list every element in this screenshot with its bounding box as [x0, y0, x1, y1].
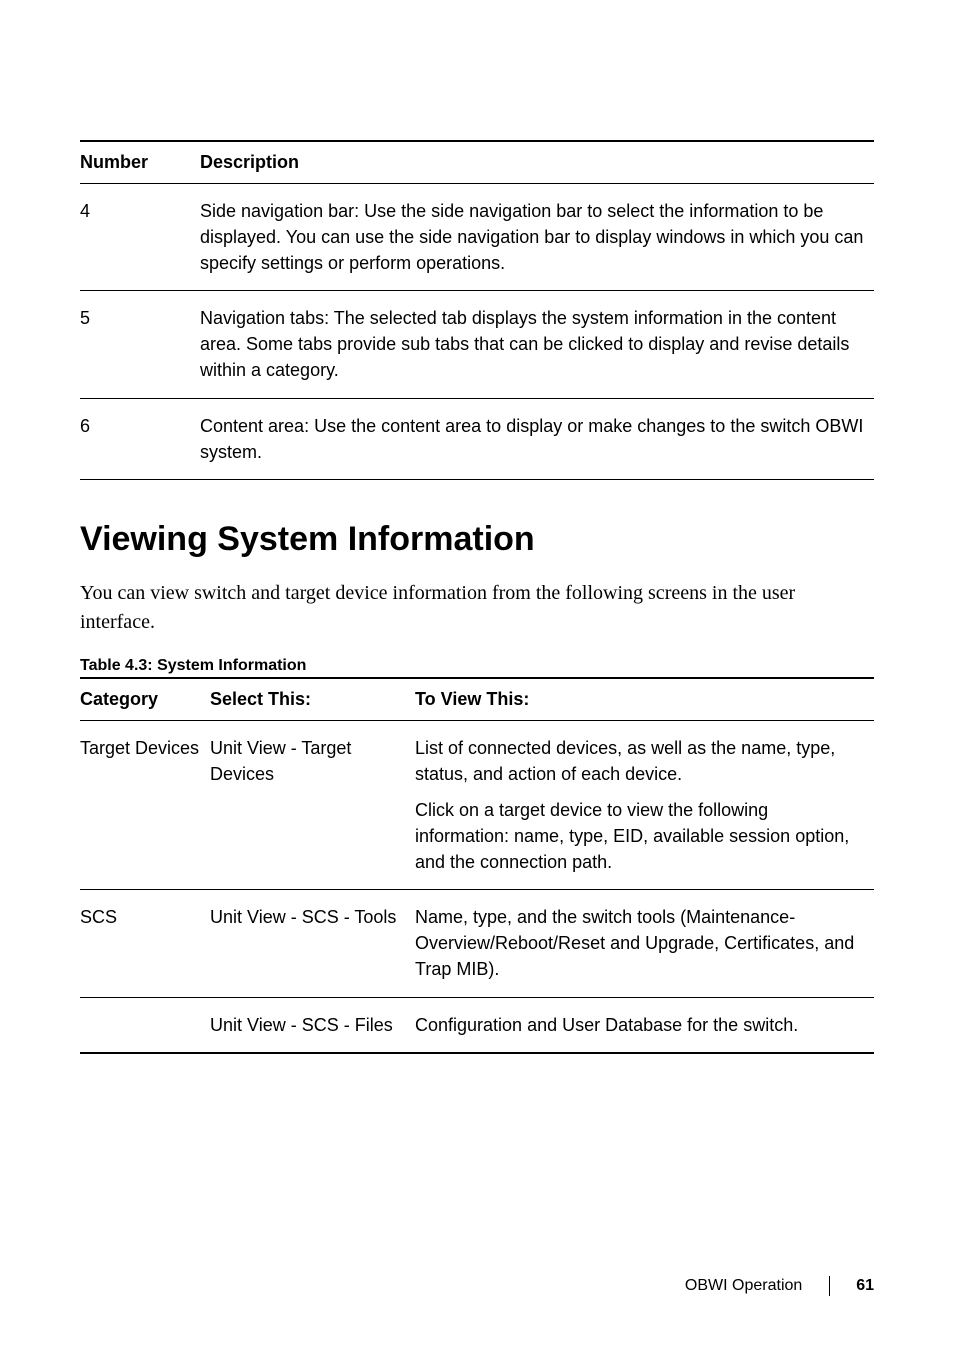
cell-view: Configuration and User Database for the … — [415, 997, 874, 1053]
col-header-select: Select This: — [210, 678, 415, 721]
table-row: SCS Unit View - SCS - Tools Name, type, … — [80, 890, 874, 997]
table-row: Unit View - SCS - Files Configuration an… — [80, 997, 874, 1053]
table-system-information: Category Select This: To View This: Targ… — [80, 677, 874, 1054]
cell-view-para: List of connected devices, as well as th… — [415, 735, 864, 787]
cell-number: 6 — [80, 398, 200, 479]
cell-description: Content area: Use the content area to di… — [200, 398, 874, 479]
table-row: Target Devices Unit View - Target Device… — [80, 720, 874, 889]
cell-view-para: Configuration and User Database for the … — [415, 1012, 864, 1038]
cell-description: Navigation tabs: The selected tab displa… — [200, 291, 874, 398]
intro-paragraph: You can view switch and target device in… — [80, 579, 874, 637]
cell-number: 5 — [80, 291, 200, 398]
page-footer: OBWI Operation 61 — [685, 1276, 874, 1296]
table-row: 5 Navigation tabs: The selected tab disp… — [80, 291, 874, 398]
footer-page-number: 61 — [856, 1277, 874, 1294]
table-caption: Table 4.3: System Information — [80, 657, 874, 675]
cell-description: Side navigation bar: Use the side naviga… — [200, 184, 874, 291]
table-row: 4 Side navigation bar: Use the side navi… — [80, 184, 874, 291]
cell-number: 4 — [80, 184, 200, 291]
cell-category: SCS — [80, 890, 210, 997]
cell-view-para: Click on a target device to view the fol… — [415, 797, 864, 875]
footer-section: OBWI Operation — [685, 1277, 802, 1294]
col-header-view: To View This: — [415, 678, 874, 721]
cell-category — [80, 997, 210, 1053]
cell-view: List of connected devices, as well as th… — [415, 720, 874, 889]
table-number-description: Number Description 4 Side navigation bar… — [80, 140, 874, 480]
footer-divider — [829, 1276, 830, 1296]
col-header-category: Category — [80, 678, 210, 721]
table-row: 6 Content area: Use the content area to … — [80, 398, 874, 479]
cell-view-para: Name, type, and the switch tools (Mainte… — [415, 904, 864, 982]
cell-select: Unit View - SCS - Files — [210, 997, 415, 1053]
page-heading: Viewing System Information — [80, 520, 874, 559]
col-header-description: Description — [200, 141, 874, 184]
cell-select: Unit View - SCS - Tools — [210, 890, 415, 997]
cell-view: Name, type, and the switch tools (Mainte… — [415, 890, 874, 997]
cell-select: Unit View - Target Devices — [210, 720, 415, 889]
col-header-number: Number — [80, 141, 200, 184]
cell-category: Target Devices — [80, 720, 210, 889]
